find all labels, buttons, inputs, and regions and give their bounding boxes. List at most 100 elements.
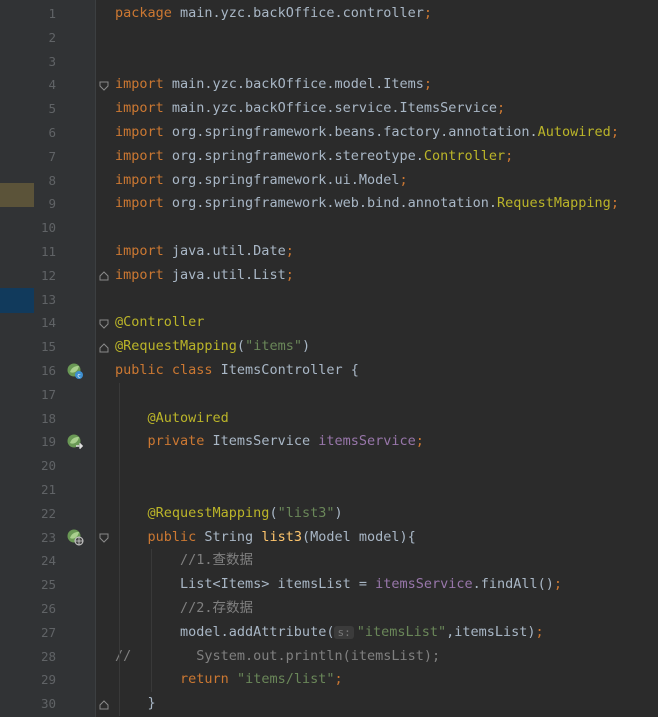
code-line[interactable]: 12 import java.util.List; xyxy=(0,264,658,288)
code-line[interactable]: 23 public String list3(Model model){ xyxy=(0,526,658,550)
code-text[interactable]: //1.查数据 xyxy=(115,549,253,573)
token-kw: import xyxy=(115,76,172,93)
line-number: 29 xyxy=(40,672,56,688)
code-line[interactable]: 29 return "items/list"; xyxy=(0,668,658,692)
code-text[interactable]: return "items/list"; xyxy=(115,668,343,692)
code-line[interactable]: 22 @RequestMapping("list3") xyxy=(0,502,658,526)
line-number: 28 xyxy=(40,648,56,664)
code-line[interactable]: 21 xyxy=(0,478,658,502)
code-text[interactable]: @RequestMapping("items") xyxy=(115,335,310,359)
code-text[interactable]: } xyxy=(115,692,156,716)
code-line[interactable]: 4 import main.yzc.backOffice.model.Items; xyxy=(0,73,658,97)
code-text[interactable]: import org.springframework.stereotype.Co… xyxy=(115,145,513,169)
line-number: 5 xyxy=(48,101,56,117)
token-kw: ; xyxy=(285,266,294,283)
code-line[interactable]: 2 xyxy=(0,26,658,50)
code-line[interactable]: 19 private ItemsService itemsService; xyxy=(0,430,658,454)
code-text[interactable]: import java.util.List; xyxy=(115,264,294,288)
spring-bean-icon[interactable]: c xyxy=(66,362,84,380)
code-text[interactable]: public class ItemsController { xyxy=(115,359,359,383)
token-plain: java.util.List xyxy=(171,266,286,283)
code-text[interactable]: import main.yzc.backOffice.service.Items… xyxy=(115,97,505,121)
code-line[interactable]: 26 //2.存数据 xyxy=(0,597,658,621)
token-plain: } xyxy=(115,695,156,712)
code-line[interactable]: 25 List<Items> itemsList = itemsService.… xyxy=(0,573,658,597)
fold-close-icon[interactable] xyxy=(99,271,109,281)
line-number: 25 xyxy=(40,577,56,593)
code-line[interactable]: 30 } xyxy=(0,692,658,716)
token-plain: List<Items> itemsList = xyxy=(115,576,376,593)
code-text[interactable]: import org.springframework.web.bind.anno… xyxy=(115,192,619,216)
code-line[interactable]: 18 @Autowired xyxy=(0,407,658,431)
spring-web-icon[interactable] xyxy=(66,528,84,546)
token-fn: list3 xyxy=(261,528,302,545)
code-line[interactable]: 17 xyxy=(0,383,658,407)
line-number: 18 xyxy=(40,410,56,426)
code-text[interactable]: @RequestMapping("list3") xyxy=(115,502,343,526)
token-plain: .findAll() xyxy=(472,576,554,593)
code-editor[interactable]: 1 package main.yzc.backOffice.controller;… xyxy=(0,0,658,717)
code-text[interactable]: // System.out.println(itemsList); xyxy=(115,645,440,669)
fold-open-icon[interactable] xyxy=(99,533,109,543)
code-text[interactable]: public String list3(Model model){ xyxy=(115,526,416,550)
line-number: 3 xyxy=(48,53,56,69)
fold-open-icon[interactable] xyxy=(99,81,109,91)
code-line[interactable]: 6 import org.springframework.beans.factor… xyxy=(0,121,658,145)
code-line[interactable]: 20 xyxy=(0,454,658,478)
code-text[interactable]: import org.springframework.ui.Model; xyxy=(115,169,408,193)
code-text[interactable]: private ItemsService itemsService; xyxy=(115,430,424,454)
token-plain: ) xyxy=(334,504,343,521)
token-plain: ItemsService xyxy=(212,433,319,450)
code-line[interactable]: 10 xyxy=(0,216,658,240)
token-plain: main.yzc.backOffice.model.Items xyxy=(171,76,424,93)
code-line[interactable]: 13 xyxy=(0,288,658,312)
code-text[interactable]: package main.yzc.backOffice.controller; xyxy=(115,2,432,26)
token-str: "itemsList" xyxy=(356,623,447,640)
token-kw: ; xyxy=(285,243,294,259)
token-str: "items/list" xyxy=(236,671,335,688)
token-str: "list3" xyxy=(277,504,335,521)
token-kw: import xyxy=(115,100,172,117)
spring-autowired-icon[interactable] xyxy=(66,433,84,451)
code-line[interactable]: 28 // System.out.println(itemsList); xyxy=(0,645,658,669)
line-number: 23 xyxy=(40,529,56,545)
code-line[interactable]: 9 import org.springframework.web.bind.ann… xyxy=(0,192,658,216)
line-number: 1 xyxy=(48,6,56,21)
token-ann: Controller xyxy=(423,147,506,164)
code-text[interactable]: @Controller xyxy=(115,311,204,335)
code-line[interactable]: 7 import org.springframework.stereotype.C… xyxy=(0,145,658,169)
token-fld: itemsService xyxy=(318,433,416,450)
token-kw: ; xyxy=(553,576,563,593)
code-line[interactable]: 1 package main.yzc.backOffice.controller; xyxy=(0,2,658,26)
token-plain: org.springframework.stereotype. xyxy=(171,147,424,164)
code-line[interactable]: 24 //1.查数据 xyxy=(0,549,658,573)
line-number: 4 xyxy=(48,77,56,93)
code-text[interactable]: import org.springframework.beans.factory… xyxy=(115,121,619,145)
code-line[interactable]: 8 import org.springframework.ui.Model; xyxy=(0,169,658,193)
token-kw: ; xyxy=(334,671,343,688)
code-text[interactable]: import java.util.Date; xyxy=(115,240,294,264)
token-plain: ItemsController { xyxy=(220,362,359,378)
code-line[interactable]: 15 @RequestMapping("items") xyxy=(0,335,658,359)
token-com: // System.out.println(itemsList); xyxy=(115,647,441,664)
fold-open-icon[interactable] xyxy=(99,319,109,329)
code-text[interactable]: model.addAttribute(s: "itemsList",itemsLi… xyxy=(115,621,544,645)
token-plain: ) xyxy=(301,338,311,355)
token-kw: public xyxy=(147,528,205,545)
code-text[interactable]: List<Items> itemsList = itemsService.fin… xyxy=(115,573,562,597)
fold-close-icon[interactable] xyxy=(99,342,109,353)
code-line[interactable]: 14 @Controller xyxy=(0,311,658,335)
code-line[interactable]: 16 c public class ItemsController { xyxy=(0,359,658,383)
code-line[interactable]: 3 xyxy=(0,50,658,74)
code-line[interactable]: 5 import main.yzc.backOffice.service.Item… xyxy=(0,97,658,121)
code-line[interactable]: 27 model.addAttribute(s: "itemsList",item… xyxy=(0,621,658,645)
code-text[interactable]: import main.yzc.backOffice.model.Items; xyxy=(115,73,432,97)
line-number: 27 xyxy=(40,624,56,640)
token-plain: String xyxy=(204,528,262,545)
code-line[interactable]: 11 import java.util.Date; xyxy=(0,240,658,264)
line-number: 19 xyxy=(40,434,56,450)
fold-close-icon[interactable] xyxy=(99,699,109,710)
code-text[interactable]: @Autowired xyxy=(115,407,229,431)
code-text[interactable]: //2.存数据 xyxy=(115,597,253,621)
